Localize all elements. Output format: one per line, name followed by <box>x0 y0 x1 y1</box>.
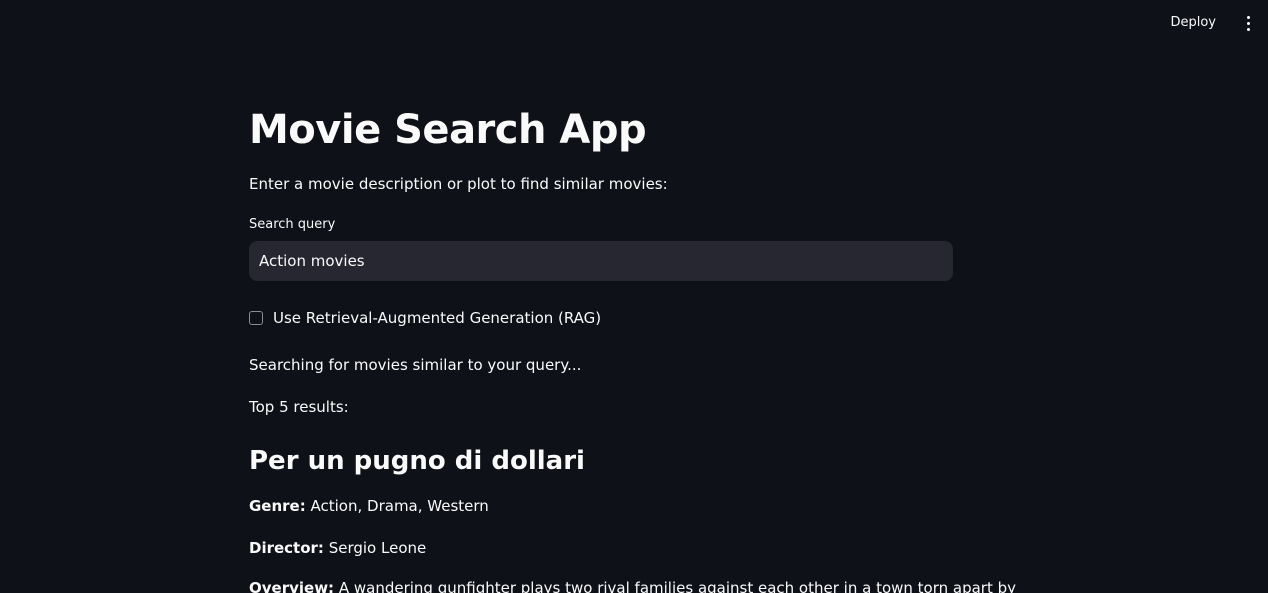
rag-checkbox[interactable]: Use Retrieval-Augmented Generation (RAG) <box>249 308 601 328</box>
rag-checkbox-label: Use Retrieval-Augmented Generation (RAG) <box>273 309 602 327</box>
app-root: Deploy Movie Search App Enter a movie de… <box>0 0 1268 593</box>
genre-value: Action, Drama, Western <box>310 497 489 515</box>
page-title: Movie Search App <box>249 107 647 153</box>
page-subtitle: Enter a movie description or plot to fin… <box>249 175 668 193</box>
movie-title: Per un pugno di dollari <box>249 446 585 476</box>
overview-value: A wandering gunfighter plays two rival f… <box>338 579 1017 593</box>
vertical-ellipsis-icon[interactable] <box>1242 12 1254 34</box>
director-label: Director: <box>249 539 324 557</box>
genre-label: Genre: <box>249 497 306 515</box>
overview-label: Overview: <box>249 579 335 593</box>
deploy-button[interactable]: Deploy <box>1158 12 1228 34</box>
results-count: Top 5 results: <box>249 398 349 416</box>
director-value: Sergio Leone <box>328 539 427 557</box>
status-text: Searching for movies similar to your que… <box>249 356 582 374</box>
checkbox-icon[interactable] <box>249 311 263 325</box>
top-bar: Deploy <box>0 0 1268 46</box>
movie-overview: Overview: A wandering gunfighter plays t… <box>249 578 1016 593</box>
movie-director: Director: Sergio Leone <box>249 538 426 558</box>
search-query-label: Search query <box>249 217 336 232</box>
search-input[interactable] <box>249 241 953 281</box>
movie-genre: Genre: Action, Drama, Western <box>249 496 489 516</box>
